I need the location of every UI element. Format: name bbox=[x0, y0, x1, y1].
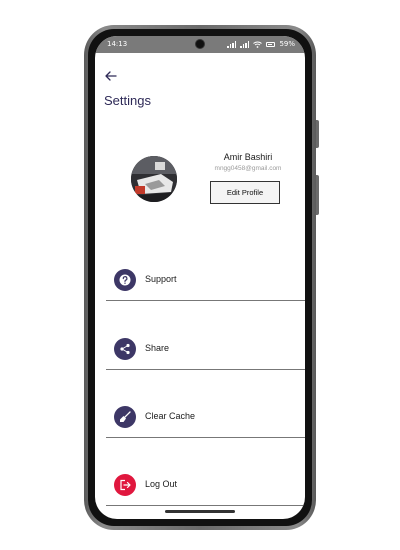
battery-icon bbox=[266, 41, 276, 47]
profile-name: Amir Bashiri bbox=[223, 152, 273, 162]
phone-frame: 14:13 59% Settings Amir Bashiri mngg0458… bbox=[84, 25, 319, 530]
logout-icon bbox=[114, 474, 136, 496]
help-icon bbox=[114, 269, 136, 291]
wifi-icon bbox=[253, 41, 263, 48]
broom-icon bbox=[114, 406, 136, 428]
status-bar: 14:13 59% bbox=[95, 36, 305, 53]
edit-profile-button[interactable]: Edit Profile bbox=[210, 181, 280, 204]
menu-item-support[interactable]: Support bbox=[106, 269, 305, 309]
menu-item-log-out[interactable]: Log Out bbox=[106, 474, 305, 514]
avatar-image bbox=[131, 156, 177, 202]
battery-percent: 59% bbox=[279, 40, 295, 48]
status-icons: 59% bbox=[227, 39, 295, 49]
status-time: 14:13 bbox=[107, 40, 128, 48]
avatar[interactable] bbox=[131, 156, 177, 202]
phone-bezel: 14:13 59% Settings Amir Bashiri mngg0458… bbox=[88, 29, 312, 526]
profile-email: mngg0458@gmail.com bbox=[214, 165, 282, 172]
menu-item-share[interactable]: Share bbox=[106, 338, 305, 378]
menu-item-clear-cache[interactable]: Clear Cache bbox=[106, 406, 305, 446]
signal-icon-2 bbox=[240, 40, 250, 48]
divider bbox=[106, 369, 305, 370]
front-camera bbox=[195, 39, 205, 49]
app-screen: 14:13 59% Settings Amir Bashiri mngg0458… bbox=[95, 36, 305, 519]
home-indicator[interactable] bbox=[165, 510, 235, 513]
signal-icon bbox=[227, 40, 237, 48]
divider bbox=[106, 437, 305, 438]
page-title: Settings bbox=[104, 93, 151, 108]
volume-button bbox=[316, 120, 319, 148]
menu-item-label: Support bbox=[145, 274, 177, 284]
menu-item-label: Log Out bbox=[145, 479, 178, 489]
divider bbox=[106, 505, 305, 506]
divider bbox=[106, 300, 305, 301]
back-arrow-icon[interactable] bbox=[104, 69, 118, 83]
power-button bbox=[316, 175, 319, 215]
menu-item-label: Clear Cache bbox=[145, 411, 196, 421]
share-icon bbox=[114, 338, 136, 360]
menu-item-label: Share bbox=[145, 343, 170, 353]
